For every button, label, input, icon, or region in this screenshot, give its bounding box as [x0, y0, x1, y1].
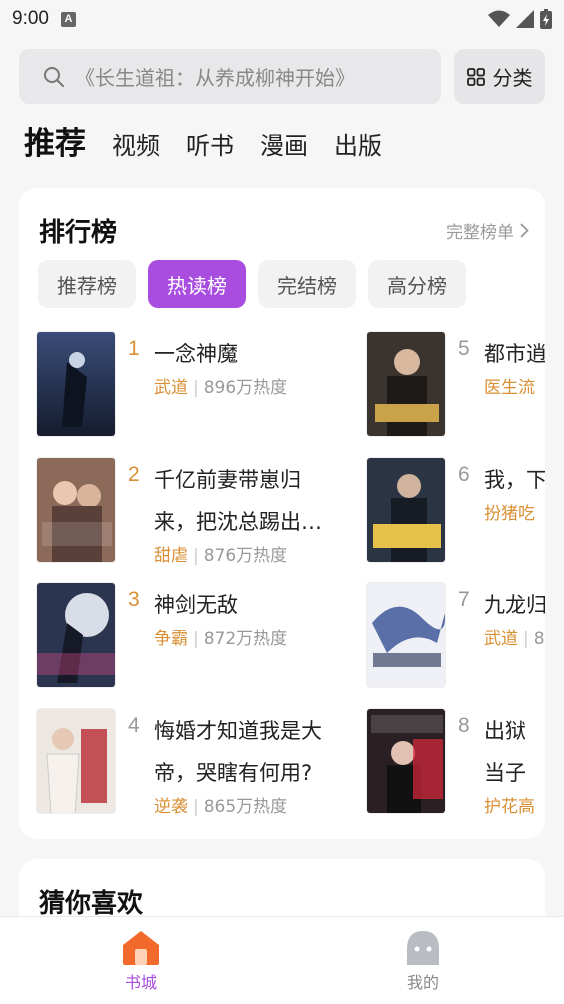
book-meta: 护花高: [484, 797, 535, 817]
book-meta: 争霸 | 872万热度: [154, 629, 288, 649]
tab-hot-rank[interactable]: 热读榜: [148, 260, 246, 308]
chevron-right-icon: [520, 223, 529, 238]
home-icon: [123, 930, 159, 965]
notification-icon: A: [60, 11, 76, 27]
book-title: 一念神魔: [154, 342, 238, 366]
book-cover: [36, 331, 116, 437]
book-meta: 武道 | 896万热度: [154, 378, 288, 398]
tab-recommend-rank[interactable]: 推荐榜: [38, 260, 136, 308]
book-title: 出狱当子让我: [484, 719, 526, 785]
full-ranking-link[interactable]: 完整榜单: [446, 218, 529, 243]
full-ranking-label: 完整榜单: [446, 223, 514, 243]
book-meta: 扮猪吃: [484, 504, 535, 524]
tab-score-rank[interactable]: 高分榜: [368, 260, 466, 308]
grid-icon: [466, 67, 485, 86]
book-rank: 4: [128, 714, 140, 737]
tab-comic[interactable]: 漫画: [260, 126, 308, 161]
nav-profile[interactable]: 我的: [282, 917, 564, 1004]
status-time: 9:00: [12, 8, 49, 29]
tab-recommend[interactable]: 推荐: [24, 118, 86, 163]
book-rank: 6: [458, 463, 470, 486]
book-cover: [366, 708, 446, 814]
bottom-nav: 书城 我的: [0, 916, 564, 1004]
nav-bookstore[interactable]: 书城: [0, 917, 282, 1004]
search-input[interactable]: 《长生道祖：从养成柳神开始》: [19, 49, 441, 104]
wifi-icon: [488, 10, 510, 27]
book-rank: 7: [458, 588, 470, 611]
book-title: 悔婚才知道我是大帝，哭瞎有何用?: [154, 719, 322, 785]
book-cover: [366, 331, 446, 437]
book-rank: 3: [128, 588, 140, 611]
book-item[interactable]: 8 出狱当子让我 护花高: [366, 708, 545, 818]
tab-complete-rank[interactable]: 完结榜: [258, 260, 356, 308]
book-cover: [366, 457, 446, 563]
book-rank: 8: [458, 714, 470, 737]
book-title: 神剑无敌: [154, 593, 238, 617]
book-item[interactable]: 4 悔婚才知道我是大帝，哭瞎有何用? 逆袭 | 865万热度: [36, 708, 336, 818]
search-placeholder: 《长生道祖：从养成柳神开始》: [75, 66, 355, 90]
book-rank: 2: [128, 463, 140, 486]
book-rank: 1: [128, 337, 140, 360]
book-meta: 逆袭 | 865万热度: [154, 797, 288, 817]
tab-publish[interactable]: 出版: [334, 126, 382, 161]
signal-icon: [516, 10, 534, 28]
nav-profile-label: 我的: [406, 972, 439, 992]
ranking-header: 排行榜 完整榜单: [39, 212, 529, 249]
book-title: 都市逍: [484, 342, 545, 366]
book-item[interactable]: 1 一念神魔 武道 | 896万热度: [36, 331, 336, 441]
category-button[interactable]: 分类: [454, 49, 545, 104]
ranking-tabs: 推荐榜 热读榜 完结榜 高分榜: [38, 260, 466, 308]
top-tabs: 推荐 视频 听书 漫画 出版: [24, 118, 382, 168]
book-cover: [366, 582, 446, 688]
guess-title: 猜你喜欢: [39, 889, 144, 919]
book-item[interactable]: 7 九龙归 武道 | 8: [366, 582, 545, 692]
ranking-title: 排行榜: [39, 218, 118, 248]
status-bar: 9:00 A: [0, 0, 564, 38]
book-meta: 医生流: [484, 378, 535, 398]
book-cover: [36, 708, 116, 814]
tab-audiobook[interactable]: 听书: [186, 126, 234, 161]
profile-icon: [407, 930, 439, 965]
book-item[interactable]: 2 千亿前妻带崽归来，把沈总踢出… 甜虐 | 876万热度: [36, 457, 336, 567]
book-title: 九龙归: [484, 593, 545, 617]
book-rank: 5: [458, 337, 470, 360]
book-title: 我，下: [484, 468, 545, 492]
book-meta: 武道 | 8: [484, 629, 545, 649]
search-icon: [44, 66, 64, 87]
nav-bookstore-label: 书城: [124, 972, 157, 992]
ranking-card: 排行榜 完整榜单 推荐榜 热读榜 完结榜 高分榜 1 一念神魔 武道 | 896万热…: [19, 188, 545, 839]
book-meta: 甜虐 | 876万热度: [154, 546, 288, 566]
tab-video[interactable]: 视频: [112, 126, 160, 161]
book-title: 千亿前妻带崽归来，把沈总踢出…: [154, 468, 322, 534]
book-item[interactable]: 3 神剑无敌 争霸 | 872万热度: [36, 582, 336, 692]
book-cover: [36, 457, 116, 563]
book-item[interactable]: 6 我，下 扮猪吃: [366, 457, 545, 567]
search-row: 《长生道祖：从养成柳神开始》 分类: [19, 49, 545, 104]
book-cover: [36, 582, 116, 688]
book-item[interactable]: 5 都市逍 医生流: [366, 331, 545, 441]
category-label: 分类: [492, 66, 533, 90]
status-indicators: [488, 9, 552, 29]
battery-icon: [540, 9, 552, 29]
